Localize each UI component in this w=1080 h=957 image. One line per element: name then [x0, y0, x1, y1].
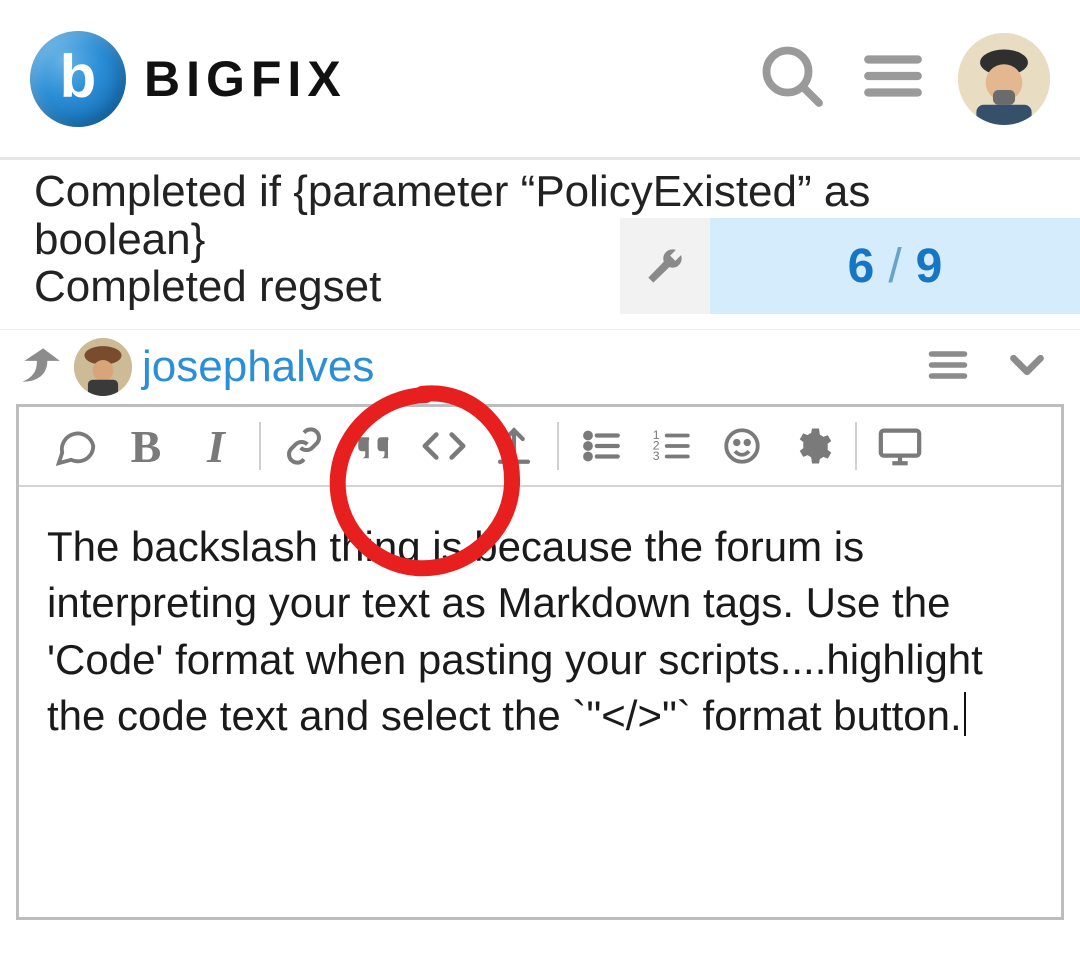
italic-button[interactable]: I	[191, 421, 241, 471]
speech-bubble-icon[interactable]	[51, 421, 101, 471]
quote-icon[interactable]	[349, 421, 399, 471]
post-total: 9	[916, 239, 943, 294]
editor-textarea[interactable]: The backslash thing is because the forum…	[19, 487, 1061, 917]
composer-header: josephalves	[0, 330, 1080, 404]
code-icon[interactable]	[419, 421, 469, 471]
brand-name: BIGFIX	[144, 50, 347, 108]
user-avatar[interactable]	[958, 33, 1050, 125]
header-actions	[756, 33, 1050, 125]
composer-collapse-icon[interactable]	[1000, 338, 1054, 397]
preview-monitor-icon[interactable]	[875, 421, 925, 471]
site-logo[interactable]: b BIGFIX	[30, 31, 347, 127]
site-header: b BIGFIX	[0, 0, 1080, 160]
text-caret	[964, 692, 966, 736]
post-separator: /	[888, 239, 901, 294]
editor-toolbar: B I	[19, 407, 1061, 487]
logo-letter: b	[60, 42, 97, 111]
gear-icon[interactable]	[787, 421, 837, 471]
hamburger-menu-icon[interactable]	[860, 43, 926, 114]
reply-username[interactable]: josephalves	[142, 342, 374, 392]
post-counter[interactable]: 6 / 9	[710, 218, 1080, 314]
upload-icon[interactable]	[489, 421, 539, 471]
reply-arrow-icon	[14, 340, 64, 395]
reply-user-avatar	[74, 338, 132, 396]
svg-text:3: 3	[653, 449, 660, 463]
logo-badge: b	[30, 31, 126, 127]
search-icon[interactable]	[756, 40, 828, 117]
post-current: 6	[848, 239, 875, 294]
link-icon[interactable]	[279, 421, 329, 471]
bold-button[interactable]: B	[121, 421, 171, 471]
composer-editor: B I	[16, 404, 1064, 920]
composer-menu-icon[interactable]	[926, 343, 970, 392]
emoji-icon[interactable]	[717, 421, 767, 471]
numbered-list-icon[interactable]: 1 2 3	[647, 421, 697, 471]
thread-preview: Completed if {parameter “PolicyExisted” …	[0, 160, 1080, 330]
bullet-list-icon[interactable]	[577, 421, 627, 471]
reply-target[interactable]: josephalves	[14, 338, 374, 396]
editor-content: The backslash thing is because the forum…	[47, 523, 983, 739]
topic-admin-wrench[interactable]	[620, 218, 710, 314]
topic-progress[interactable]: 6 / 9	[620, 218, 1080, 314]
